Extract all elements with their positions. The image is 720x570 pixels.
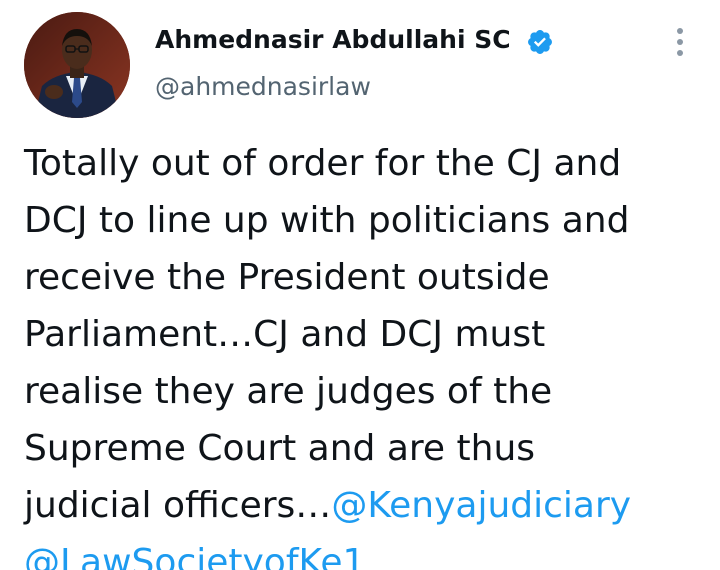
more-vertical-icon-dot-2 <box>677 39 683 45</box>
mention-link-kenyajudiciary[interactable]: @Kenyajudiciary <box>331 485 631 526</box>
tweet-text-segment: judicial officers… <box>24 485 332 526</box>
more-options-button[interactable] <box>668 24 692 60</box>
mention-link-lawsocietyofke1[interactable]: @LawSocietyofKe1 <box>24 542 365 570</box>
tweet-card: Ahmednasir Abdullahi SC @ahmednasirlaw T… <box>0 0 720 570</box>
tweet-text: Totally out of order for the CJ and DCJ … <box>24 135 704 570</box>
author-display-name[interactable]: Ahmednasir Abdullahi SC <box>155 22 511 58</box>
author-handle[interactable]: @ahmednasirlaw <box>155 70 371 104</box>
tweet-text-line: Supreme Court and are thus <box>24 428 536 469</box>
tweet-text-line: DCJ to line up with politicians and <box>24 200 630 241</box>
more-vertical-icon-dot-3 <box>677 50 683 56</box>
tweet-text-line: Parliament…CJ and DCJ must <box>24 314 546 355</box>
tweet-text-line: realise they are judges of the <box>24 371 553 412</box>
tweet-text-line-8: @LawSocietyofKe1 <box>24 534 704 570</box>
verified-badge-icon <box>528 30 552 54</box>
tweet-text-line-7: judicial officers…@Kenyajudiciary <box>24 477 704 534</box>
more-vertical-icon <box>677 28 683 34</box>
tweet-text-line: receive the President outside <box>24 257 550 298</box>
tweet-text-line: Totally out of order for the CJ and <box>24 143 622 184</box>
author-avatar[interactable] <box>24 12 130 118</box>
avatar-photo-icon <box>24 12 130 118</box>
